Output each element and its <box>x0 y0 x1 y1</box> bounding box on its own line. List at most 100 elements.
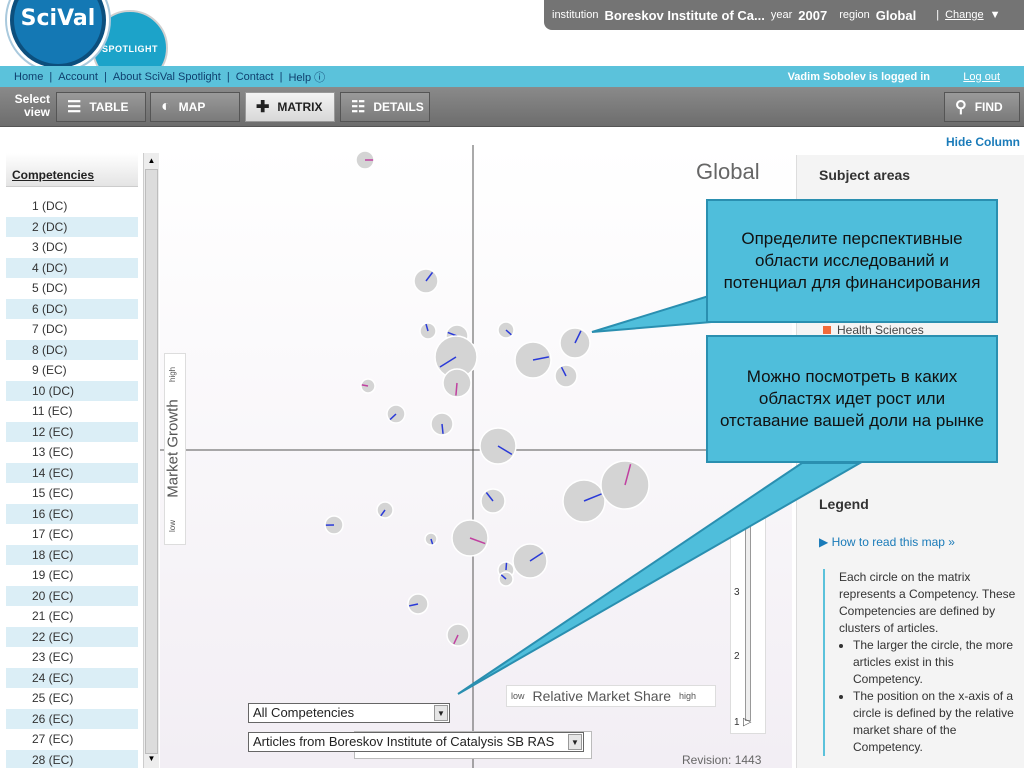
region-value: Global <box>875 7 917 23</box>
callout-funding: Определите перспективные области исследо… <box>706 199 998 323</box>
globe-icon: ◐ <box>161 98 171 115</box>
competencies-scrollbar[interactable]: ▲ ▼ <box>143 153 159 768</box>
competency-item[interactable]: 9 (EC) <box>6 360 138 381</box>
y-axis-label-box: high Market Growth low <box>164 353 186 545</box>
legend-bullet: The larger the circle, the more articles… <box>853 637 1019 688</box>
competency-item[interactable]: 8 (DC) <box>6 339 138 360</box>
competency-item[interactable]: 12 (EC) <box>6 421 138 442</box>
scroll-thumb[interactable] <box>145 169 158 754</box>
health-swatch <box>823 326 831 334</box>
revision-label: Revision: 1443 <box>682 753 762 767</box>
region-label: region <box>839 9 870 21</box>
competency-item[interactable]: 5 (DC) <box>6 278 138 299</box>
logout-link[interactable]: Log out <box>963 71 1000 83</box>
competency-filter-select[interactable]: All Competencies ▼ <box>248 703 450 723</box>
legend-title: Legend <box>819 496 869 512</box>
hide-column-link[interactable]: Hide Column <box>946 135 1020 149</box>
competency-item[interactable]: 19 (EC) <box>6 565 138 586</box>
competencies-panel: Competencies 1 (DC) 2 (DC) 3 (DC) 4 (DC) 5 (… <box>6 153 159 768</box>
chevron-down-icon[interactable]: ▼ <box>568 734 582 750</box>
competency-item[interactable]: 24 (EC) <box>6 667 138 688</box>
competency-item[interactable]: 22 (EC) <box>6 626 138 647</box>
x-axis-low: low <box>511 691 525 701</box>
competency-item[interactable]: 2 (DC) <box>6 216 138 237</box>
scroll-up-icon[interactable]: ▲ <box>145 154 158 168</box>
nav-help[interactable]: Help ⓘ <box>284 69 329 85</box>
competency-item[interactable]: 21 (EC) <box>6 606 138 627</box>
header-separator: | <box>936 9 940 21</box>
bubble-matrix[interactable] <box>160 145 792 768</box>
details-view-button[interactable]: ☷ DETAILS <box>340 92 430 122</box>
competency-item[interactable]: 20 (EC) <box>6 585 138 606</box>
header: SPOTLIGHT SciVal institution Boreskov In… <box>0 0 1024 86</box>
nav-contact[interactable]: Contact <box>232 71 278 83</box>
competencies-list: 1 (DC) 2 (DC) 3 (DC) 4 (DC) 5 (DC) 6 (DC) 7 (D… <box>6 196 138 768</box>
competency-item[interactable]: 3 (DC) <box>6 237 138 258</box>
how-to-label: How to read this map » <box>831 535 955 549</box>
competency-item[interactable]: 28 (EC) <box>6 749 138 768</box>
articles-filter-value: Articles from Boreskov Institute of Cata… <box>253 734 555 749</box>
legend-bullet: The position on the x-axis of a circle i… <box>853 688 1019 756</box>
y-axis-label: Market Growth <box>164 399 182 498</box>
competency-item[interactable]: 6 (DC) <box>6 298 138 319</box>
x-axis-label-box: low Relative Market Share high <box>506 685 716 707</box>
competency-item[interactable]: 10 (DC) <box>6 380 138 401</box>
how-to-read-link[interactable]: ▶ How to read this map » <box>819 535 955 549</box>
slider-label-1: 1 <box>734 717 740 728</box>
articles-filter-select[interactable]: Articles from Boreskov Institute of Cata… <box>248 732 584 752</box>
table-label: TABLE <box>89 100 129 114</box>
table-icon: ☰ <box>67 99 82 116</box>
competency-item[interactable]: 26 (EC) <box>6 708 138 729</box>
search-icon: ⚲ <box>955 99 967 116</box>
bubble-indicator <box>441 423 444 434</box>
year-label: year <box>770 9 793 21</box>
y-axis-low: low <box>168 519 177 532</box>
competency-item[interactable]: 18 (EC) <box>6 544 138 565</box>
competency-item[interactable]: 15 (EC) <box>6 483 138 504</box>
region-title: Global <box>696 159 760 184</box>
chevron-down-icon[interactable]: ▼ <box>990 9 1001 21</box>
competency-item[interactable]: 11 (EC) <box>6 401 138 422</box>
map-label: MAP <box>178 100 206 114</box>
matrix-view-button[interactable]: ✚ MATRIX <box>245 92 335 122</box>
play-icon: ▶ <box>819 535 832 549</box>
competency-item[interactable]: 16 (EC) <box>6 503 138 524</box>
nav-about[interactable]: About SciVal Spotlight <box>109 71 225 83</box>
scroll-down-icon[interactable]: ▼ <box>145 752 158 766</box>
scival-logo[interactable]: SciVal <box>10 0 106 68</box>
competency-filter-value: All Competencies <box>253 705 355 720</box>
competencies-title[interactable]: Competencies <box>12 168 94 182</box>
competency-item[interactable]: 25 (EC) <box>6 688 138 709</box>
nav-account[interactable]: Account <box>54 71 102 83</box>
competency-item[interactable]: 14 (EC) <box>6 462 138 483</box>
competency-item[interactable]: 7 (DC) <box>6 319 138 340</box>
chevron-down-icon[interactable]: ▼ <box>434 705 448 721</box>
slider-label-2: 2 <box>734 651 740 662</box>
competency-item[interactable]: 23 (EC) <box>6 647 138 668</box>
x-axis-high: high <box>679 691 697 701</box>
change-link[interactable]: Change <box>945 9 984 21</box>
competency-item[interactable]: 13 (EC) <box>6 442 138 463</box>
legend-intro: Each circle on the matrix represents a C… <box>839 570 1016 635</box>
nav-home[interactable]: Home <box>10 71 47 83</box>
competency-item[interactable]: 4 (DC) <box>6 257 138 278</box>
map-view-button[interactable]: ◐ MAP <box>150 92 240 122</box>
list-icon: ☷ <box>351 99 366 116</box>
competency-item[interactable]: 1 (DC) <box>6 196 138 217</box>
slider-label-3: 3 <box>734 587 740 598</box>
find-button[interactable]: ⚲ FIND <box>944 92 1020 122</box>
competency-item[interactable]: 17 (EC) <box>6 524 138 545</box>
institution-bar: institution Boreskov Institute of Ca... … <box>544 0 1024 30</box>
matrix-label: MATRIX <box>277 100 323 114</box>
competency-item[interactable]: 27 (EC) <box>6 729 138 750</box>
view-toolbar: Select view ☰ TABLE ◐ MAP ✚ MATRIX ☷ DET… <box>0 87 1024 127</box>
table-view-button[interactable]: ☰ TABLE <box>56 92 146 122</box>
competencies-header[interactable]: Competencies <box>6 153 138 187</box>
size-slider[interactable]: 4 3 2 1 ▷ <box>730 518 766 734</box>
bubble-indicator <box>505 562 508 571</box>
callout-market-share: Можно посмотреть в каких областях идет р… <box>706 335 998 463</box>
logo-text: SciVal <box>20 6 96 31</box>
slider-track[interactable] <box>745 525 751 721</box>
spotlight-label: SPOTLIGHT <box>102 44 158 54</box>
slider-handle-icon[interactable]: ▷ <box>743 715 751 728</box>
